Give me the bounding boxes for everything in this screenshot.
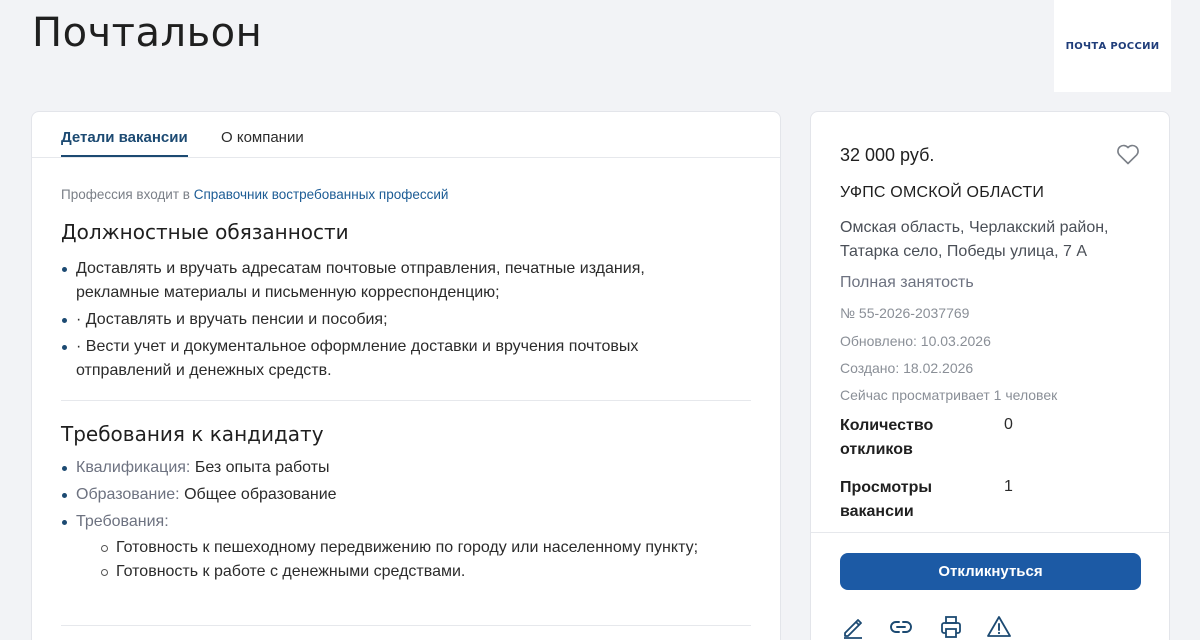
profession-note: Профессия входит в Справочник востребова…: [61, 187, 448, 202]
employer-name[interactable]: УФПС ОМСКОЙ ОБЛАСТИ: [840, 184, 1044, 202]
qualification-label: Квалификация:: [76, 459, 191, 476]
respond-button[interactable]: Откликнуться: [840, 553, 1141, 590]
qualification-value: Без опыта работы: [194, 459, 330, 476]
education-item: Образование: Общее образование: [61, 483, 721, 507]
qualification-item: Квалификация: Без опыта работы: [61, 456, 721, 480]
vacancy-summary-card: 32 000 руб. УФПС ОМСКОЙ ОБЛАСТИ Омская о…: [810, 111, 1170, 640]
views-count: 1: [1004, 478, 1013, 495]
requirements-label: Требования:: [76, 513, 169, 530]
tab-vacancy-details[interactable]: Детали вакансии: [61, 129, 188, 146]
requirements-sublist: Готовность к пешеходному передвижению по…: [76, 536, 721, 584]
responses-count: 0: [1004, 416, 1013, 433]
employment-type: Полная занятость: [840, 274, 974, 291]
address: Омская область, Черлакский район, Татарк…: [840, 219, 1109, 260]
heart-icon[interactable]: [1116, 143, 1140, 165]
sidebar-divider: [811, 532, 1169, 533]
requirements-list: Квалификация: Без опыта работы Образован…: [61, 456, 721, 587]
page-title: Почтальон: [32, 10, 263, 56]
list-item: Готовность к пешеходному передвижению по…: [100, 536, 721, 560]
viewing-now: Сейчас просматривает 1 человек: [840, 387, 1058, 403]
tab-about-company[interactable]: О компании: [221, 129, 304, 146]
active-tab-indicator: [61, 155, 188, 157]
printer-icon[interactable]: [938, 614, 964, 640]
section-divider: [61, 400, 751, 401]
views-label: Просмотры вакансии: [840, 479, 933, 520]
pencil-icon[interactable]: [840, 614, 866, 640]
list-item: · Доставлять и вручать пенсии и пособия;: [61, 308, 721, 332]
duties-list: Доставлять и вручать адресатам почтовые …: [61, 257, 721, 386]
list-item: Доставлять и вручать адресатам почтовые …: [61, 257, 721, 305]
vacancy-number: № 55-2026-2037769: [840, 305, 970, 321]
warning-icon[interactable]: [986, 614, 1012, 640]
link-icon[interactable]: [888, 614, 914, 640]
profession-prefix: Профессия входит в: [61, 187, 194, 202]
section-divider: [61, 625, 751, 626]
responses-label: Количество откликов: [840, 417, 934, 458]
list-item: Готовность к работе с денежными средства…: [100, 560, 721, 584]
created-date: Создано: 18.02.2026: [840, 360, 974, 376]
updated-date: Обновлено: 10.03.2026: [840, 333, 991, 349]
vacancy-details-card: Детали вакансии О компании Профессия вхо…: [31, 111, 781, 640]
duties-heading: Должностные обязанности: [61, 220, 349, 244]
requirements-item: Требования: Готовность к пешеходному пер…: [61, 510, 721, 584]
tab-bar: Детали вакансии О компании: [32, 112, 780, 158]
salary: 32 000 руб.: [840, 145, 935, 165]
list-item: · Вести учет и документальное оформление…: [61, 335, 721, 383]
company-logo[interactable]: ПОЧТА РОССИИ: [1054, 0, 1171, 92]
education-label: Образование:: [76, 486, 180, 503]
professions-directory-link[interactable]: Справочник востребованных профессий: [194, 187, 449, 202]
requirements-heading: Требования к кандидату: [61, 422, 324, 446]
education-value: Общее образование: [184, 486, 337, 503]
logo-text: ПОЧТА РОССИИ: [1065, 40, 1160, 52]
